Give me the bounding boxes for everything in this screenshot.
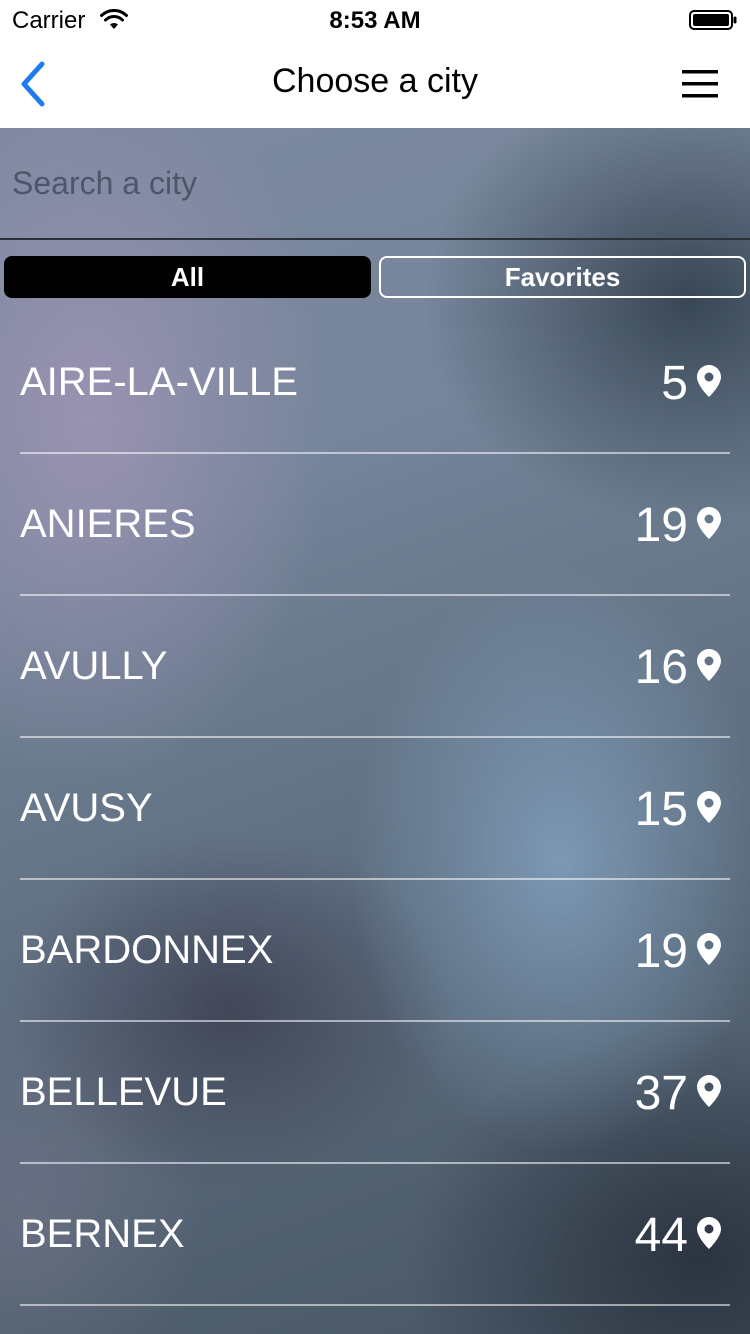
city-count: 16 bbox=[634, 641, 688, 694]
list-item[interactable]: BELLEVUE 37 bbox=[0, 1022, 750, 1164]
list-item[interactable]: BERNEX 44 bbox=[0, 1164, 750, 1306]
status-bar: Carrier 8:53 AM bbox=[0, 0, 750, 40]
location-pin-icon bbox=[697, 791, 721, 823]
page-title: Choose a city bbox=[272, 62, 478, 100]
city-count: 44 bbox=[634, 1209, 688, 1262]
tab-favorites-label: Favorites bbox=[504, 261, 621, 292]
location-pin-icon bbox=[697, 649, 721, 681]
list-item[interactable]: AIRE-LA-VILLE 5 bbox=[0, 312, 750, 454]
city-count: 37 bbox=[634, 1067, 688, 1120]
location-pin-icon bbox=[697, 933, 721, 965]
navigation-bar: Choose a city bbox=[0, 40, 750, 128]
tab-all[interactable]: All bbox=[4, 256, 371, 298]
hamburger-menu-icon bbox=[682, 70, 718, 98]
status-time: 8:53 AM bbox=[329, 7, 421, 34]
menu-button[interactable] bbox=[676, 62, 724, 106]
city-name: AVULLY bbox=[20, 644, 168, 688]
list-item[interactable]: AVUSY 15 bbox=[0, 738, 750, 880]
location-pin-icon bbox=[697, 1217, 721, 1249]
list-item[interactable]: AVULLY 16 bbox=[0, 596, 750, 738]
city-count: 15 bbox=[634, 783, 688, 836]
search-input[interactable] bbox=[0, 128, 750, 240]
city-count: 19 bbox=[634, 499, 688, 552]
tab-favorites[interactable]: Favorites bbox=[379, 256, 746, 298]
search-area bbox=[0, 128, 750, 240]
city-list: AIRE-LA-VILLE 5 ANIERES 19 AVULLY 16 AVU… bbox=[0, 312, 750, 1306]
tab-all-label: All bbox=[170, 261, 205, 292]
location-pin-icon bbox=[697, 1075, 721, 1107]
location-pin-icon bbox=[697, 507, 721, 539]
list-item[interactable]: ANIERES 19 bbox=[0, 454, 750, 596]
city-name: ANIERES bbox=[20, 502, 196, 546]
city-name: BELLEVUE bbox=[20, 1070, 227, 1114]
city-name: BARDONNEX bbox=[20, 928, 274, 972]
list-item[interactable]: BARDONNEX 19 bbox=[0, 880, 750, 1022]
city-count: 19 bbox=[634, 925, 688, 978]
row-divider bbox=[20, 1304, 730, 1306]
city-count: 5 bbox=[661, 357, 688, 410]
battery-icon bbox=[689, 10, 737, 30]
location-pin-icon bbox=[697, 365, 721, 397]
city-name: BERNEX bbox=[20, 1212, 185, 1256]
city-name: AIRE-LA-VILLE bbox=[20, 360, 298, 404]
city-name: AVUSY bbox=[20, 786, 153, 830]
